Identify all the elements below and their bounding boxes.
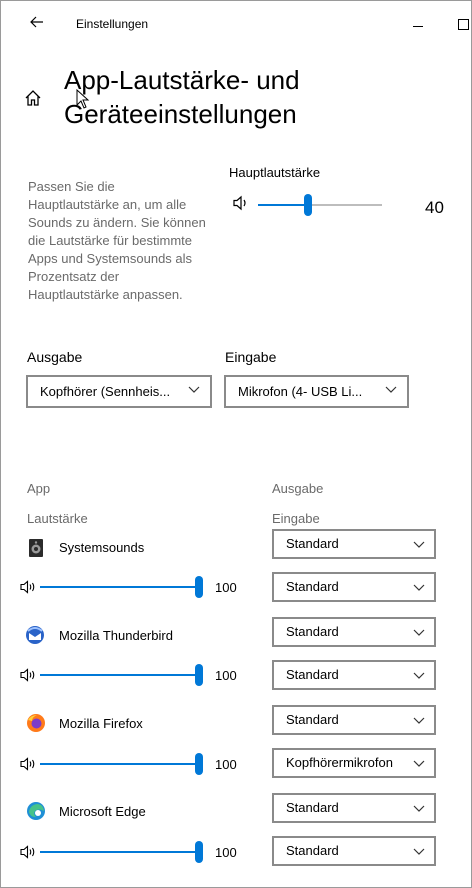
volume-column-header: Lautstärke — [27, 511, 88, 526]
chevron-down-icon — [385, 386, 397, 393]
mouse-cursor-icon — [76, 89, 90, 109]
app-input-dropdown-systemsounds[interactable]: Standard — [272, 572, 436, 602]
app-output-value: Standard — [286, 800, 339, 815]
thunderbird-icon — [26, 626, 44, 644]
app-input-dropdown-edge[interactable]: Standard — [272, 836, 436, 866]
app-input-dropdown-thunderbird[interactable]: Standard — [272, 660, 436, 690]
speaker-icon[interactable] — [20, 668, 38, 682]
page-title: App-Lautstärke- und Geräteeinstellungen — [64, 65, 300, 129]
speaker-icon[interactable] — [20, 757, 38, 771]
app-output-dropdown-firefox[interactable]: Standard — [272, 705, 436, 735]
chevron-down-icon — [413, 672, 425, 679]
app-input-value: Standard — [286, 579, 339, 594]
app-volume-value: 100 — [215, 845, 237, 860]
chevron-down-icon — [413, 717, 425, 724]
master-slider-fill — [258, 204, 308, 206]
input-device-dropdown[interactable]: Mikrofon (4- USB Li... — [224, 375, 409, 408]
minimize-button[interactable] — [413, 26, 423, 27]
output-device-value: Kopfhörer (Sennheis... — [40, 384, 171, 399]
app-name-edge: Microsoft Edge — [59, 804, 146, 819]
app-input-value: Standard — [286, 843, 339, 858]
app-input-dropdown-firefox[interactable]: Kopfhörermikrofon — [272, 748, 436, 778]
master-volume-label: Hauptlautstärke — [229, 165, 321, 180]
app-slider-fill — [40, 851, 200, 853]
output-label: Ausgabe — [27, 349, 83, 365]
chevron-down-icon — [188, 386, 200, 393]
app-output-value: Standard — [286, 536, 339, 551]
home-icon[interactable] — [24, 89, 42, 107]
title-bar: Einstellungen — [0, 0, 472, 46]
input-column-header: Eingabe — [272, 511, 320, 526]
chevron-down-icon — [413, 760, 425, 767]
chevron-down-icon — [413, 629, 425, 636]
app-slider-thumb[interactable] — [195, 576, 203, 598]
app-slider-thumb[interactable] — [195, 664, 203, 686]
app-input-value: Kopfhörermikrofon — [286, 755, 393, 770]
output-column-header: Ausgabe — [272, 481, 324, 496]
input-device-value: Mikrofon (4- USB Li... — [238, 384, 363, 399]
app-slider-fill — [40, 586, 200, 588]
app-input-value: Standard — [286, 667, 339, 682]
speaker-icon[interactable] — [20, 580, 38, 594]
app-output-value: Standard — [286, 712, 339, 727]
output-device-dropdown[interactable]: Kopfhörer (Sennheis... — [26, 375, 212, 408]
app-output-dropdown-systemsounds[interactable]: Standard — [272, 529, 436, 559]
app-volume-value: 100 — [215, 580, 237, 595]
system-sounds-icon — [29, 539, 43, 557]
firefox-icon — [27, 714, 45, 732]
speaker-icon[interactable] — [20, 845, 38, 859]
volume-description: Passen Sie die Hauptlautstärke an, um al… — [28, 179, 206, 302]
app-slider-thumb[interactable] — [195, 753, 203, 775]
app-volume-value: 100 — [215, 757, 237, 772]
app-column-header: App — [27, 481, 51, 496]
window-title: Einstellungen — [76, 17, 149, 31]
app-output-value: Standard — [286, 624, 339, 639]
input-label: Eingabe — [225, 349, 277, 365]
app-slider-fill — [40, 763, 200, 765]
back-arrow-icon[interactable] — [27, 12, 47, 32]
app-name-systemsounds: Systemsounds — [59, 540, 145, 555]
master-slider-thumb[interactable] — [304, 194, 312, 216]
chevron-down-icon — [413, 805, 425, 812]
app-slider-thumb[interactable] — [195, 841, 203, 863]
app-output-dropdown-edge[interactable]: Standard — [272, 793, 436, 823]
maximize-button[interactable] — [458, 19, 469, 30]
app-name-firefox: Mozilla Firefox — [59, 716, 143, 731]
chevron-down-icon — [413, 584, 425, 591]
chevron-down-icon — [413, 848, 425, 855]
speaker-icon[interactable] — [232, 195, 250, 211]
app-name-thunderbird: Mozilla Thunderbird — [59, 628, 173, 643]
app-slider-fill — [40, 674, 200, 676]
chevron-down-icon — [413, 541, 425, 548]
edge-icon — [27, 802, 45, 820]
app-output-dropdown-thunderbird[interactable]: Standard — [272, 617, 436, 647]
master-volume-value: 40 — [425, 198, 444, 217]
app-volume-value: 100 — [215, 668, 237, 683]
